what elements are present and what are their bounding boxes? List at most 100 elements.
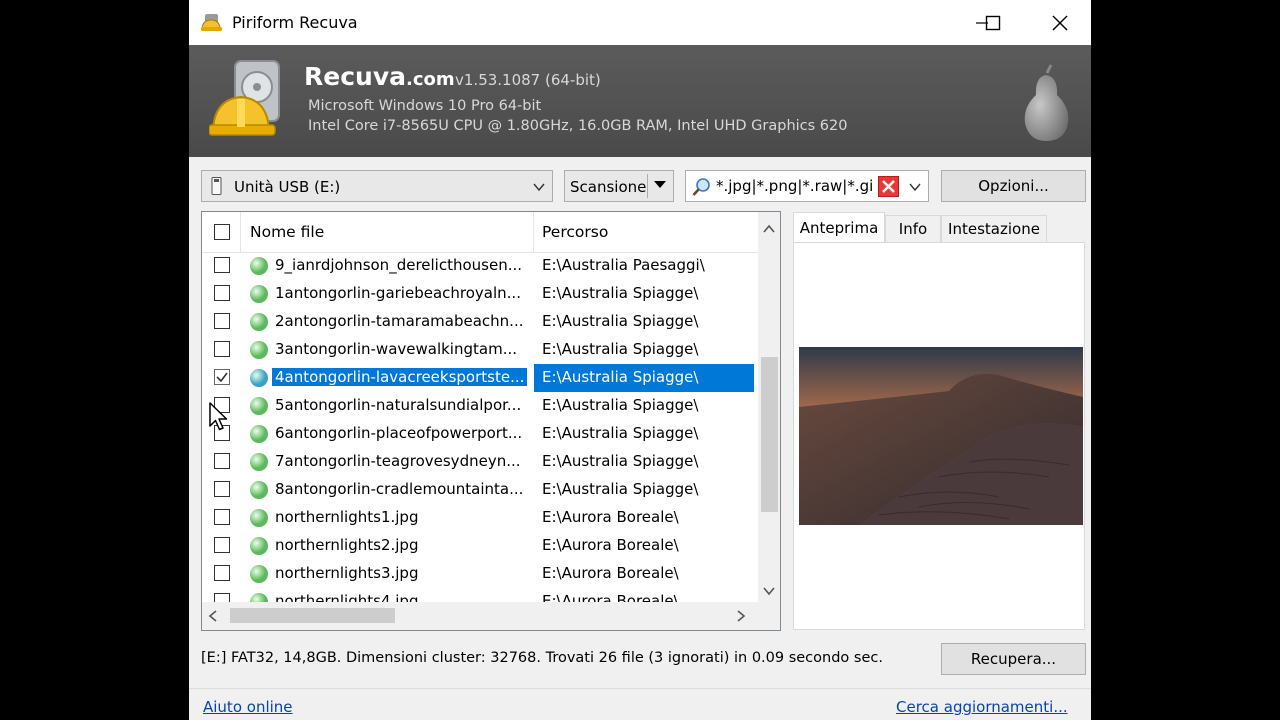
list-header: Nome file Percorso [202,212,758,253]
header-separator [533,212,534,252]
row-checkbox[interactable] [214,285,230,301]
row-checkbox[interactable] [214,369,230,385]
scroll-left-icon[interactable] [208,610,218,622]
os-info: Microsoft Windows 10 Pro 64-bit [308,98,542,114]
table-row[interactable]: northernlights4.jpg E:\Aurora Boreale\ [202,588,758,602]
recovery-state-icon [250,425,268,443]
recovery-state-icon [250,537,268,555]
usb-drive-icon [211,177,222,195]
recovery-state-icon [250,453,268,471]
checkmark-icon [216,372,228,383]
recuva-logo-icon [209,60,280,136]
preview-body [793,242,1085,630]
table-row[interactable]: 3antongorlin-wavewalkingtam... E:\Austral… [202,336,758,364]
file-name: 7antongorlin-teagrovesydneyn... [275,452,521,470]
maximize-button[interactable] [970,0,1016,45]
horizontal-scroll-thumb[interactable] [230,608,395,623]
table-row[interactable]: 6antongorlin-placeofpowerport... E:\Austr… [202,420,758,448]
vertical-scroll-thumb[interactable] [761,357,778,512]
column-header-name[interactable]: Nome file [250,223,324,241]
row-checkbox[interactable] [214,257,230,273]
file-list[interactable]: Nome file Percorso northernlights4.jpg E:… [201,211,781,631]
file-name: 6antongorlin-placeofpowerport... [275,424,523,442]
clear-filter-icon[interactable] [878,176,899,197]
row-checkbox[interactable] [214,481,230,497]
table-row[interactable]: northernlights1.jpg E:\Aurora Boreale\ [202,504,758,532]
scan-split-button[interactable]: Scansione [564,170,674,202]
recuva-window: Piriform Recuva Recuva.com v1.53.1087 (6… [189,0,1091,720]
table-row[interactable]: 8antongorlin-cradlemountainta... E:\Austr… [202,476,758,504]
close-button[interactable] [1037,0,1083,45]
scroll-right-icon[interactable] [736,610,746,622]
recovery-state-icon [250,341,268,359]
table-row[interactable]: 9_ianrdjohnson_derelicthousen... E:\Austr… [202,252,758,280]
title-bar: Piriform Recuva [189,0,1091,45]
tab-intestazione[interactable]: Intestazione [941,215,1047,242]
vertical-scrollbar[interactable] [758,212,780,602]
table-row[interactable]: 7antongorlin-teagrovesydneyn... E:\Austra… [202,448,758,476]
file-name: 3antongorlin-wavewalkingtam... [275,340,517,358]
horizontal-scrollbar[interactable] [202,602,780,630]
recovery-state-icon [250,285,268,303]
scroll-up-icon[interactable] [762,224,776,234]
file-path: E:\Aurora Boreale\ [542,508,679,526]
check-updates-link[interactable]: Cerca aggiornamenti... [896,698,1068,716]
file-path: E:\Australia Spiagge\ [542,424,699,442]
file-filter-combo[interactable]: *.jpg|*.png|*.raw|*.gi [685,170,929,202]
list-rows: northernlights4.jpg E:\Aurora Boreale\ nor… [202,252,758,602]
app-header: Recuva.com v1.53.1087 (64-bit) Microsoft… [189,45,1091,157]
mouse-cursor-icon [209,402,228,431]
search-icon [692,178,710,196]
drive-select[interactable]: Unità USB (E:) [201,170,553,202]
file-name: 2antongorlin-tamaramabeachn... [275,312,524,330]
table-row[interactable]: 4antongorlin-lavacreeksportste... E:\Aust… [202,364,758,392]
row-checkbox[interactable] [214,313,230,329]
file-path: E:\Aurora Boreale\ [542,564,679,582]
table-row[interactable]: 2antongorlin-tamaramabeachn... E:\Austral… [202,308,758,336]
row-checkbox[interactable] [214,565,230,581]
row-checkbox[interactable] [214,509,230,525]
scan-button-label: Scansione [570,178,647,196]
table-row[interactable]: 5antongorlin-naturalsundialpor... E:\Aust… [202,392,758,420]
tab-info[interactable]: Info [885,215,941,242]
file-path: E:\Australia Spiagge\ [542,452,699,470]
table-row[interactable]: northernlights3.jpg E:\Aurora Boreale\ [202,560,758,588]
file-path: E:\Australia Paesaggi\ [542,256,705,274]
footer: Aiuto online Cerca aggiornamenti... [189,688,1091,720]
table-row[interactable]: northernlights2.jpg E:\Aurora Boreale\ [202,532,758,560]
file-name: northernlights2.jpg [275,536,419,554]
file-path: E:\Australia Spiagge\ [542,480,699,498]
select-all-checkbox[interactable] [214,224,230,240]
file-path: E:\Australia Spiagge\ [534,364,754,392]
table-row[interactable]: 1antongorlin-gariebeachroyaln... E:\Austr… [202,280,758,308]
recover-button[interactable]: Recupera... [941,643,1086,675]
online-help-link[interactable]: Aiuto online [203,698,293,716]
recovery-state-icon [250,481,268,499]
recovery-state-icon [250,313,268,331]
scan-status: [E:] FAT32, 14,8GB. Dimensioni cluster: … [201,650,883,666]
hardware-info: Intel Core i7-8565U CPU @ 1.80GHz, 16.0G… [308,118,848,134]
preview-panel: Anteprima Info Intestazione [793,211,1085,631]
file-filter-input[interactable]: *.jpg|*.png|*.raw|*.gi [716,177,876,195]
file-name: 9_ianrdjohnson_derelicthousen... [275,256,523,274]
row-checkbox[interactable] [214,593,230,602]
scan-separator [647,174,648,198]
piriform-pear-icon [1024,64,1069,141]
file-name: northernlights3.jpg [275,564,419,582]
tab-anteprima[interactable]: Anteprima [793,212,885,243]
file-name: 8antongorlin-cradlemountainta... [275,480,524,498]
file-path: E:\Australia Spiagge\ [542,312,699,330]
recovery-state-icon [250,565,268,583]
options-button[interactable]: Opzioni... [941,170,1086,202]
row-checkbox[interactable] [214,453,230,469]
scroll-down-icon[interactable] [762,586,776,596]
scan-dropdown-arrow-icon[interactable] [654,181,666,188]
row-checkbox[interactable] [214,341,230,357]
file-name: 1antongorlin-gariebeachroyaln... [275,284,521,302]
column-header-path[interactable]: Percorso [542,223,608,241]
row-checkbox[interactable] [214,537,230,553]
file-name: 4antongorlin-lavacreeksportste... [272,368,528,386]
file-path: E:\Australia Spiagge\ [542,340,699,358]
recuva-app-icon [201,14,222,31]
file-name: northernlights4.jpg [275,592,419,602]
